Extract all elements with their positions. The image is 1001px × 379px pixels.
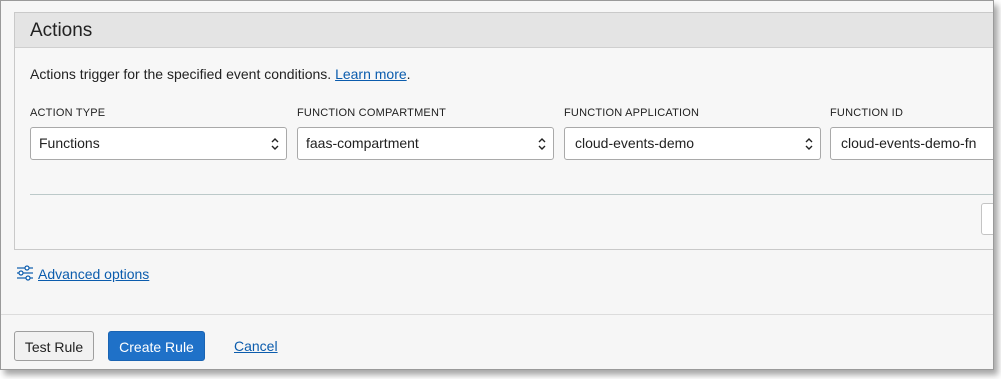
chevron-up-down-icon xyxy=(805,138,813,150)
function-compartment-value: faas-compartment xyxy=(306,135,419,151)
partial-button[interactable] xyxy=(981,203,993,235)
sliders-icon xyxy=(17,265,33,281)
description-period: . xyxy=(406,66,411,82)
action-type-select[interactable]: Functions xyxy=(30,127,287,160)
description-text: Actions trigger for the specified event … xyxy=(30,66,332,82)
advanced-options-link[interactable]: Advanced options xyxy=(38,266,149,282)
function-application-value: cloud-events-demo xyxy=(575,135,695,151)
function-id-label: FUNCTION ID xyxy=(830,107,904,119)
dialog-window: Actions Actions trigger for the specifie… xyxy=(0,0,994,370)
chevron-up-down-icon xyxy=(271,138,279,150)
panel-title: Actions xyxy=(30,20,93,41)
actions-panel: Actions Actions trigger for the specifie… xyxy=(14,12,993,250)
function-id-value: cloud-events-demo-fn xyxy=(841,135,977,151)
panel-description: Actions trigger for the specified event … xyxy=(30,66,411,82)
cancel-link[interactable]: Cancel xyxy=(234,338,278,354)
action-type-value: Functions xyxy=(39,135,100,151)
panel-header xyxy=(15,13,993,48)
function-compartment-select[interactable]: faas-compartment xyxy=(297,127,554,160)
learn-more-link[interactable]: Learn more xyxy=(335,66,407,82)
section-divider xyxy=(30,194,993,195)
advanced-options[interactable]: Advanced options xyxy=(16,264,149,282)
chevron-up-down-icon xyxy=(538,138,546,150)
function-application-select[interactable]: cloud-events-demo xyxy=(564,127,821,160)
function-application-label: FUNCTION APPLICATION xyxy=(564,107,700,119)
function-id-select[interactable]: cloud-events-demo-fn xyxy=(830,127,993,160)
footer-bar: Test Rule Create Rule Cancel xyxy=(1,314,993,369)
function-compartment-label: FUNCTION COMPARTMENT xyxy=(297,107,447,119)
create-rule-button[interactable]: Create Rule xyxy=(108,331,205,361)
action-type-label: ACTION TYPE xyxy=(30,107,106,119)
test-rule-button[interactable]: Test Rule xyxy=(14,331,94,361)
